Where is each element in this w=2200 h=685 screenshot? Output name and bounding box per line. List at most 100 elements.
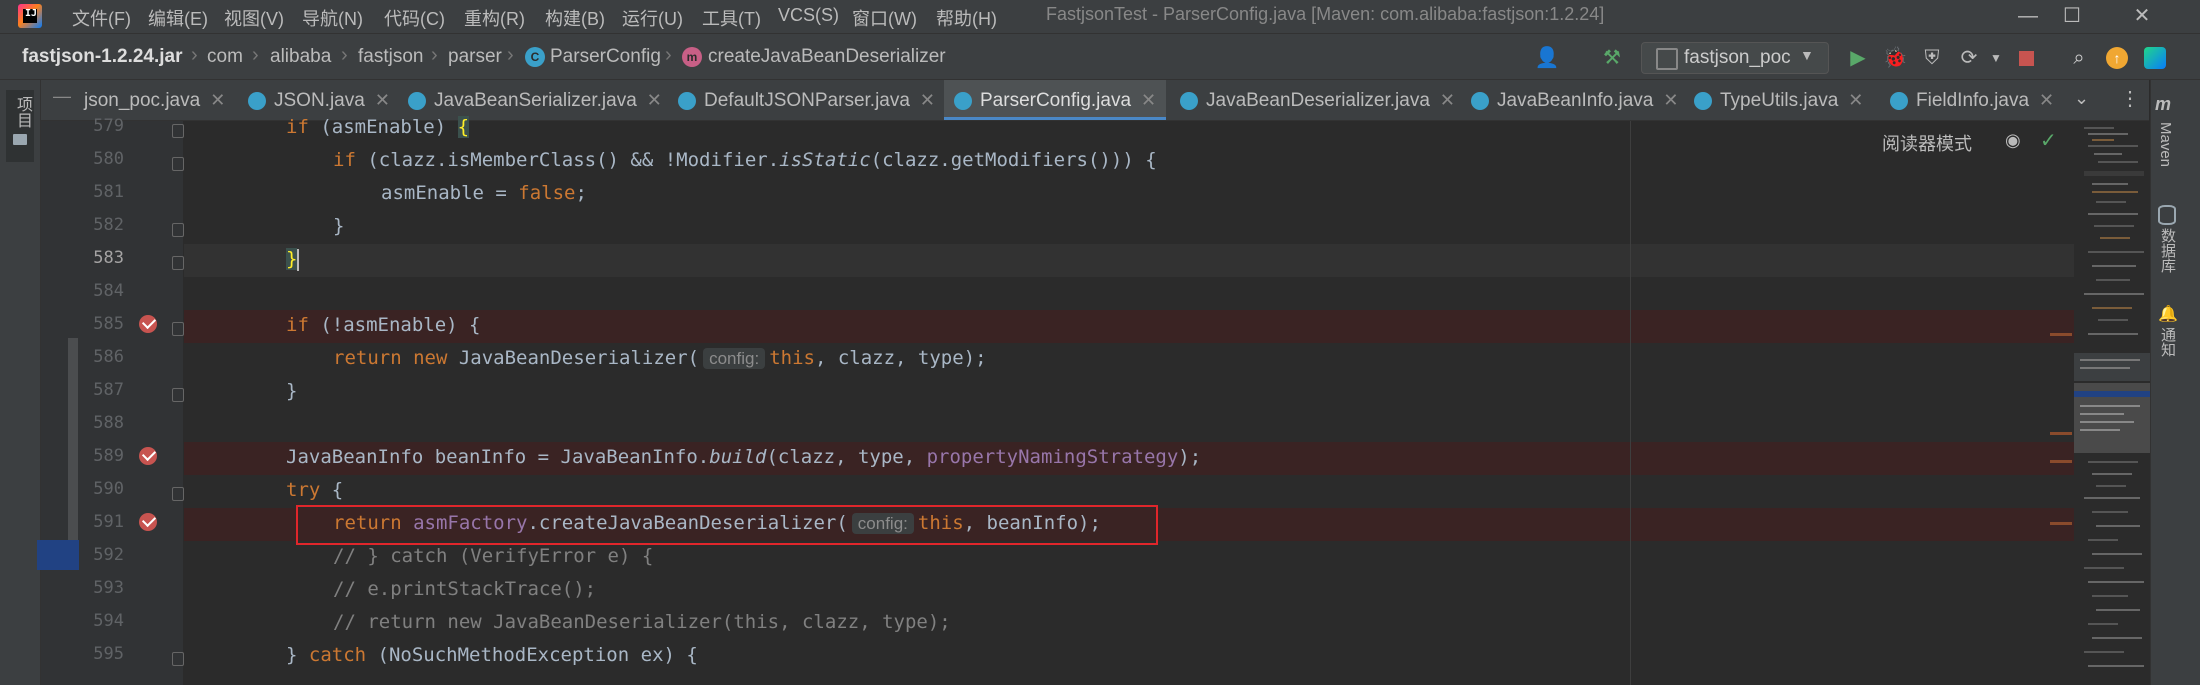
menu-run[interactable]: 运行(U) xyxy=(620,5,685,31)
close-icon[interactable]: ✕ xyxy=(2039,90,2054,110)
breakpoint-icon[interactable] xyxy=(139,513,157,531)
intellij-logo-icon[interactable]: IJ xyxy=(18,4,42,28)
code-line-595: } catch (NoSuchMethodException ex) { xyxy=(286,644,698,666)
database-icon xyxy=(2158,205,2176,225)
menu-help[interactable]: 帮助(H) xyxy=(934,5,999,31)
more-run-icon[interactable]: ▼ xyxy=(1982,44,2010,72)
code-line-590: try { xyxy=(286,479,344,501)
line-number: 588 xyxy=(93,413,124,433)
maven-tool-tab[interactable]: Maven xyxy=(2157,122,2174,167)
tab-field-info[interactable]: FieldInfo.java ✕ xyxy=(1890,80,2054,120)
tab-list-chevron-icon[interactable]: ⌄ xyxy=(2074,88,2089,109)
update-icon[interactable]: ↑ xyxy=(2106,47,2128,69)
fold-marker-icon[interactable] xyxy=(172,124,184,138)
fold-marker-icon[interactable] xyxy=(172,388,184,402)
close-icon[interactable]: ✕ xyxy=(1141,90,1156,110)
fold-marker-icon[interactable] xyxy=(172,157,184,171)
build-hammer-icon[interactable]: ⚒ xyxy=(1598,44,1626,72)
menu-navigate[interactable]: 导航(N) xyxy=(300,5,365,31)
fold-marker-icon[interactable] xyxy=(172,652,184,666)
inspection-ok-icon[interactable]: ✓ xyxy=(2040,128,2057,153)
fold-marker-icon[interactable] xyxy=(172,487,184,501)
coverage-icon[interactable]: ⛨ xyxy=(1918,44,1946,72)
tab-json-poc[interactable]: json_poc.java ✕ xyxy=(84,80,225,120)
breadcrumb-com[interactable]: com xyxy=(207,46,243,68)
menu-refactor[interactable]: 重构(R) xyxy=(462,5,527,31)
close-icon[interactable]: ✕ xyxy=(920,90,935,110)
config-icon xyxy=(1656,48,1678,70)
menu-build[interactable]: 构建(B) xyxy=(543,5,607,31)
tab-default-json-parser[interactable]: DefaultJSONParser.java ✕ xyxy=(678,80,935,120)
stop-icon[interactable] xyxy=(2019,51,2034,66)
menu-code[interactable]: 代码(C) xyxy=(382,5,447,31)
line-number: 583 xyxy=(93,248,124,268)
run-configuration-label: fastjson_poc xyxy=(1684,47,1791,68)
debug-icon[interactable]: 🐞 xyxy=(1881,44,1909,72)
tab-scroll-left[interactable]: — xyxy=(41,80,81,120)
profile-icon[interactable]: ⟳ xyxy=(1955,44,1983,72)
maximize-button[interactable]: ☐ xyxy=(2037,0,2107,32)
fold-marker-icon[interactable] xyxy=(172,223,184,237)
tab-javabean-deserializer[interactable]: JavaBeanDeserializer.java ✕ xyxy=(1180,80,1455,120)
chevron-down-icon: ▼ xyxy=(1800,47,1814,63)
error-stripe-mark[interactable] xyxy=(2050,522,2072,525)
method-icon: m xyxy=(682,47,702,67)
run-icon[interactable]: ▶ xyxy=(1844,44,1872,72)
tab-javabean-info[interactable]: JavaBeanInfo.java ✕ xyxy=(1471,80,1678,120)
class-icon xyxy=(954,91,972,110)
fold-marker-icon[interactable] xyxy=(172,256,184,270)
error-stripe-mark[interactable] xyxy=(2050,432,2072,435)
breadcrumb-jar[interactable]: fastjson-1.2.24.jar xyxy=(22,46,183,68)
close-icon[interactable]: ✕ xyxy=(647,90,662,110)
menu-edit[interactable]: 编辑(E) xyxy=(146,5,210,31)
toolbox-icon[interactable] xyxy=(2144,47,2166,69)
line-number: 591 xyxy=(93,512,124,532)
menu-vcs[interactable]: VCS(S) xyxy=(776,5,841,26)
close-icon[interactable]: ✕ xyxy=(1440,90,1455,110)
code-line-586: return new JavaBeanDeserializer(config: t… xyxy=(333,347,987,369)
class-icon xyxy=(1180,91,1198,110)
close-icon[interactable]: ✕ xyxy=(210,90,225,110)
editor-gutter xyxy=(41,121,183,685)
code-minimap[interactable] xyxy=(2074,121,2150,685)
left-tool-strip xyxy=(0,80,41,685)
breadcrumb-alibaba[interactable]: alibaba xyxy=(270,46,331,68)
hidden-eye-icon[interactable]: ◉ xyxy=(2005,130,2021,151)
close-button[interactable]: ✕ xyxy=(2107,0,2177,32)
right-margin-guide xyxy=(1630,121,1631,685)
reader-mode-toggle[interactable]: 阅读器模式 xyxy=(1882,130,1972,156)
breadcrumb-separator: › xyxy=(507,44,514,66)
tab-type-utils[interactable]: TypeUtils.java ✕ xyxy=(1694,80,1863,120)
more-options-icon[interactable]: ⋮ xyxy=(2120,86,2140,111)
breadcrumb-class[interactable]: ParserConfig xyxy=(550,46,661,68)
menu-file[interactable]: 文件(F) xyxy=(70,5,133,31)
line-number: 584 xyxy=(93,281,124,301)
class-icon xyxy=(678,91,696,110)
menu-window[interactable]: 窗口(W) xyxy=(850,5,919,31)
line-number: 590 xyxy=(93,479,124,499)
breakpoint-icon[interactable] xyxy=(139,447,157,465)
close-icon[interactable]: ✕ xyxy=(375,90,390,110)
close-icon[interactable]: ✕ xyxy=(1663,90,1678,110)
breadcrumb-fastjson[interactable]: fastjson xyxy=(358,46,423,68)
code-line-593: // e.printStackTrace(); xyxy=(333,578,597,600)
menu-view[interactable]: 视图(V) xyxy=(222,5,286,31)
user-icon[interactable]: 👤 xyxy=(1533,44,1561,72)
close-icon[interactable]: ✕ xyxy=(1848,90,1863,110)
notifications-tool-tab[interactable]: 通知 xyxy=(2157,327,2178,357)
fold-marker-icon[interactable] xyxy=(172,322,184,336)
breadcrumb-method[interactable]: createJavaBeanDeserializer xyxy=(708,46,946,68)
line-number: 580 xyxy=(93,149,124,169)
tab-parser-config[interactable]: ParserConfig.java ✕ xyxy=(944,80,1167,120)
breadcrumb-parser[interactable]: parser xyxy=(448,46,502,68)
highlight-annotation-box xyxy=(296,505,1158,545)
database-tool-tab[interactable]: 数据库 xyxy=(2157,228,2178,273)
breakpoint-icon[interactable] xyxy=(139,315,157,333)
code-line-587: } xyxy=(286,380,298,402)
error-stripe-mark[interactable] xyxy=(2050,460,2072,463)
maven-icon: m xyxy=(2155,94,2172,114)
error-stripe-mark[interactable] xyxy=(2050,333,2072,336)
breadcrumb-separator: › xyxy=(191,44,198,66)
menu-tools[interactable]: 工具(T) xyxy=(700,5,763,31)
search-icon[interactable]: ⌕ xyxy=(2065,44,2093,72)
